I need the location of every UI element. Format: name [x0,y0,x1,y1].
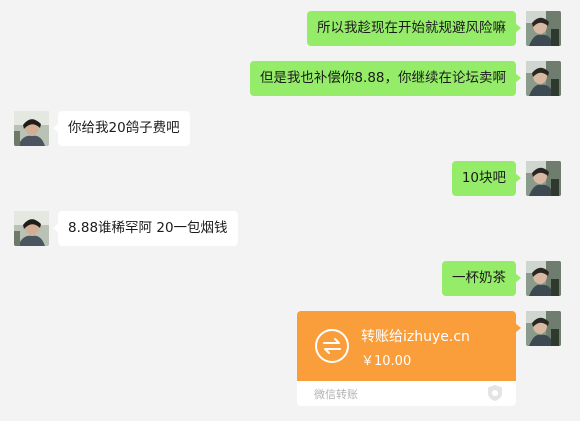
avatar-me-image [526,311,561,346]
message-row: 所以我趁现在开始就规避风险嘛 [0,11,580,46]
message-bubble-sent[interactable]: 但是我也补偿你8.88，你继续在论坛卖啊 [249,61,522,96]
avatar-contact-image [14,111,49,146]
message-bubble-sent[interactable]: 10块吧 [451,161,522,196]
message-row: 10块吧 [0,161,580,196]
transfer-card-footer: 微信转账 [297,381,516,406]
message-row: 但是我也补偿你8.88，你继续在论坛卖啊 [0,61,580,96]
avatar-me-image [526,61,561,96]
avatar-contact-image [14,211,49,246]
message-row: 8.88谁稀罕阿 20一包烟钱 [0,211,580,246]
avatar-me[interactable] [526,11,561,46]
message-row: 一杯奶茶 [0,261,580,296]
shield-icon [488,385,502,401]
transfer-card-header: 转账给izhuye.cn ￥10.00 [297,311,521,381]
avatar-me[interactable] [526,161,561,196]
avatar-me[interactable] [526,261,561,296]
message-row: 你给我20鸽子费吧 [0,111,580,146]
avatar-contact[interactable] [14,211,49,246]
avatar-contact[interactable] [14,111,49,146]
transfer-recipient: 转账给izhuye.cn [361,329,470,345]
transfer-arrows-icon [315,329,349,363]
transfer-type-label: 微信转账 [314,388,358,401]
transfer-card[interactable]: 转账给izhuye.cn ￥10.00 微信转账 [297,311,521,406]
message-bubble-received[interactable]: 8.88谁稀罕阿 20一包烟钱 [53,211,238,246]
message-bubble-sent[interactable]: 所以我趁现在开始就规避风险嘛 [307,11,521,46]
message-bubble-sent[interactable]: 一杯奶茶 [442,261,521,296]
transfer-amount: ￥10.00 [361,354,412,369]
message-bubble-received[interactable]: 你给我20鸽子费吧 [53,111,190,146]
avatar-me[interactable] [526,311,561,346]
avatar-me-image [526,261,561,296]
avatar-me[interactable] [526,61,561,96]
avatar-me-image [526,161,561,196]
avatar-me-image [526,11,561,46]
